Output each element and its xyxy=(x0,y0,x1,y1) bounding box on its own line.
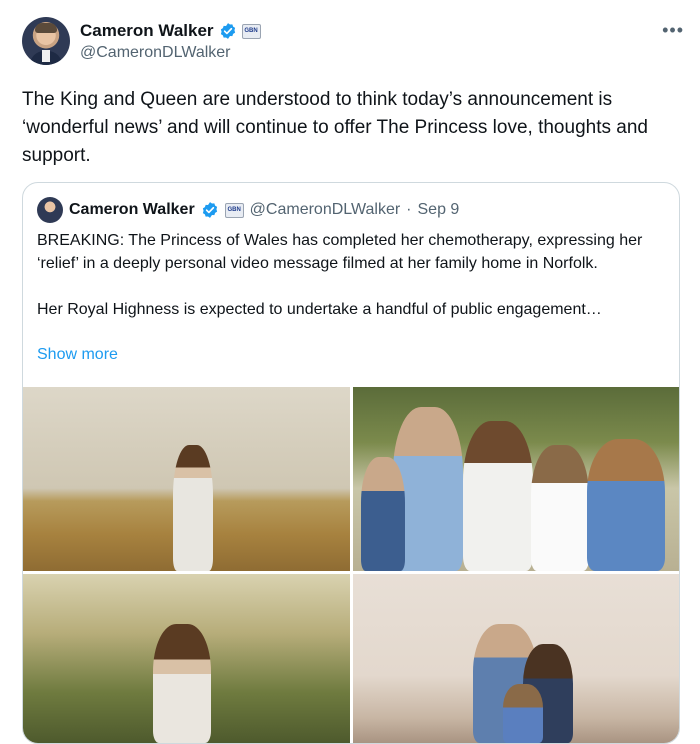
gb-news-badge-icon[interactable]: GBN xyxy=(241,23,261,39)
quoted-tweet-text: BREAKING: The Princess of Wales has comp… xyxy=(37,229,669,321)
gb-news-badge-icon: GBN xyxy=(224,202,244,218)
quoted-paragraph: Her Royal Highness is expected to undert… xyxy=(37,301,602,318)
quoted-author-display-name: Cameron Walker xyxy=(69,201,195,218)
show-more-link[interactable]: Show more xyxy=(37,346,118,364)
photo-woodland-princess[interactable] xyxy=(23,574,350,743)
quoted-author-handle: @CameronDLWalker xyxy=(249,201,401,218)
author-name-row: Cameron Walker GBN xyxy=(80,21,261,41)
photo-family-group[interactable] xyxy=(353,387,679,571)
verified-badge-icon xyxy=(220,23,235,39)
author-handle[interactable]: @CameronDLWalker xyxy=(80,44,231,62)
quoted-tweet-card[interactable]: Cameron Walker GBN @CameronDLWalker · Se… xyxy=(22,182,680,744)
more-dots-icon[interactable]: ••• xyxy=(662,20,684,41)
quoted-tweet-header: Cameron Walker GBN @CameronDLWalker · Se… xyxy=(37,197,459,223)
photo-field-princess[interactable] xyxy=(23,387,350,571)
tweet-text: The King and Queen are understood to thi… xyxy=(22,89,648,166)
verified-badge-icon xyxy=(202,202,217,218)
photo-beach-family[interactable] xyxy=(353,574,679,743)
author-display-name[interactable]: Cameron Walker xyxy=(80,21,214,41)
meta-separator: · xyxy=(406,201,412,218)
tweet-header: Cameron Walker GBN @CameronDLWalker ••• xyxy=(22,14,684,70)
quoted-avatar xyxy=(37,197,63,223)
media-grid xyxy=(23,387,679,743)
avatar[interactable] xyxy=(22,17,70,65)
quoted-date: Sep 9 xyxy=(417,201,460,218)
quoted-paragraph: BREAKING: The Princess of Wales has comp… xyxy=(37,232,643,272)
